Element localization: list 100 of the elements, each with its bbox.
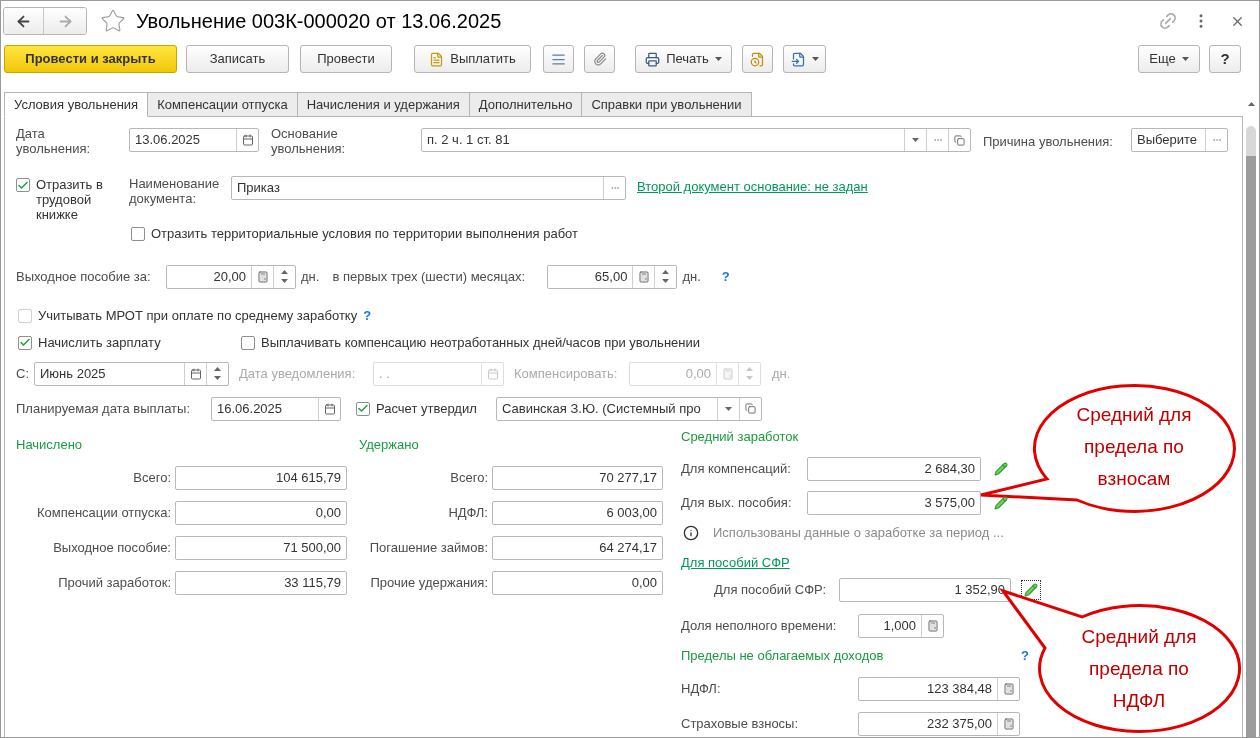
section-heading: Пределы не облагаемых доходов — [681, 647, 885, 666]
field-label: дн. — [682, 267, 701, 286]
checkbox-label: Выплачивать компенсацию неотработанных дней/часов при увольнении — [261, 333, 700, 352]
paperclip-icon — [592, 52, 607, 66]
callout-text: Средний для предела по НДФЛ — [1080, 625, 1198, 713]
input-field[interactable]: 20,00 — [166, 264, 296, 289]
help-link[interactable]: ? — [721, 268, 730, 284]
input-field[interactable]: 0,00 — [175, 500, 347, 525]
input-field[interactable]: 0,00 — [492, 570, 663, 595]
pay-button[interactable]: Выплатить — [414, 45, 531, 73]
spin-arrows-icon — [281, 270, 288, 283]
scrollbar-thumb[interactable] — [1246, 156, 1256, 737]
field-label: Доля неполного времени: — [681, 617, 838, 636]
checkbox[interactable] — [16, 178, 30, 192]
tab[interactable]: Компенсации отпуска — [147, 92, 298, 117]
spin-arrows-icon — [214, 367, 221, 380]
benefits-link[interactable]: Для пособий СФР — [681, 552, 790, 572]
help-link[interactable]: ? — [363, 305, 372, 326]
calendar-icon — [486, 367, 499, 380]
input-field[interactable]: 104 615,79 — [175, 465, 347, 490]
tab[interactable]: Справки при увольнении — [581, 92, 752, 117]
callout-text: Средний для предела по взносам — [1075, 403, 1193, 491]
spin-arrows-icon — [746, 367, 753, 380]
pencil-icon — [994, 461, 1008, 476]
field-label: Дата уведомления: — [239, 364, 357, 383]
field-label: Страховые взносы: — [681, 715, 800, 734]
input-field[interactable]: Приказ — [231, 176, 626, 200]
document-clock-icon — [750, 51, 765, 67]
checkbox[interactable] — [18, 335, 32, 350]
input-field[interactable]: Выберите — [1131, 128, 1228, 152]
input-field[interactable]: 1 352,90 — [839, 578, 1011, 602]
input-field[interactable]: 3 575,00 — [807, 490, 981, 515]
save-button[interactable]: Записать — [186, 45, 289, 73]
tab[interactable]: Начисления и удержания — [296, 92, 470, 117]
list-button[interactable] — [543, 45, 574, 73]
input-field[interactable]: Савинская З.Ю. (Системный про — [496, 396, 762, 421]
field-label: в первых трех (шести) месяцах: — [332, 267, 527, 286]
checkbox-label: Начислить зарплату — [38, 333, 162, 352]
tab[interactable]: Условия увольнения — [4, 92, 149, 117]
input-field[interactable]: 232 375,00 — [858, 712, 1020, 736]
field-label: Выходное пособие: — [52, 538, 172, 557]
checkbox[interactable] — [356, 401, 370, 416]
pencil-icon — [1024, 583, 1038, 597]
input-field[interactable]: 1,000 — [858, 614, 944, 638]
field-label: Компенсировать: — [514, 364, 619, 383]
calendar-icon — [241, 134, 254, 146]
input-field[interactable]: 6 003,00 — [492, 500, 663, 525]
input-field[interactable]: 16.06.2025 — [211, 396, 341, 421]
open-icon — [954, 134, 965, 146]
info-icon — [683, 524, 699, 541]
caret-icon — [1181, 57, 1189, 61]
print-button[interactable]: Печать — [635, 45, 732, 73]
input-field[interactable]: 33 115,79 — [175, 570, 347, 595]
report-button[interactable] — [742, 45, 773, 73]
checkbox-label: Расчет утвердил — [376, 399, 478, 418]
caret-icon — [714, 57, 722, 61]
checkbox-label: Отразить территориальные условия по территории выполнения работ — [151, 225, 578, 243]
checkbox[interactable] — [131, 226, 145, 241]
post-and-close-button[interactable]: Провести и закрыть — [4, 45, 177, 73]
input-field[interactable]: 70 277,17 — [492, 465, 663, 490]
second-document-link[interactable]: Второй документ основание: не задан — [637, 177, 868, 197]
field-label: дн. — [772, 364, 791, 383]
check-icon — [357, 402, 369, 415]
info-text: Использованы данные о заработке за период ... — [713, 523, 1004, 542]
field-label: С: — [16, 364, 30, 383]
field-label: Выходное пособие за: — [16, 267, 152, 286]
window-title: Увольнение 003К-000020 от 13.06.2025 — [136, 9, 502, 34]
field-label: Всего: — [449, 468, 489, 487]
input-field[interactable]: 2 684,30 — [807, 456, 981, 481]
input-field[interactable]: 123 384,48 — [858, 677, 1020, 701]
field-label: НДФЛ: — [681, 680, 722, 699]
checkbox[interactable] — [241, 335, 255, 350]
help-link[interactable]: ? — [1021, 646, 1029, 666]
spin-arrows-icon — [662, 270, 670, 283]
scroll-up-icon[interactable] — [1247, 102, 1255, 106]
tab[interactable]: Дополнительно — [468, 92, 583, 117]
input-field[interactable]: Июнь 2025 — [34, 361, 229, 386]
input-field[interactable]: 71 500,00 — [175, 535, 347, 560]
field-label: дн. — [301, 267, 320, 286]
exchange-button[interactable] — [783, 45, 826, 73]
field-label: Для компенсаций: — [681, 459, 792, 478]
input-field[interactable]: 64 274,17 — [492, 535, 663, 560]
field-label: Причина увольнения: — [983, 133, 1114, 151]
input-field[interactable]: 13.06.2025 — [129, 128, 259, 152]
document-arrow-icon — [790, 51, 806, 67]
post-button[interactable]: Провести — [300, 45, 392, 73]
attach-button[interactable] — [584, 45, 615, 73]
field-label: Дата увольнения: — [16, 126, 92, 156]
back-button[interactable] — [4, 8, 44, 34]
help-button[interactable]: ? — [1209, 45, 1241, 73]
more-button[interactable]: Еще — [1138, 45, 1200, 73]
input-field[interactable]: 65,00 — [547, 264, 678, 289]
field-label: Прочие удержания: — [369, 573, 489, 592]
checkbox[interactable] — [18, 308, 32, 323]
input-field[interactable]: п. 2 ч. 1 ст. 81 — [421, 128, 971, 152]
calculator-icon — [256, 270, 269, 283]
star-icon[interactable] — [100, 8, 126, 34]
section-heading: Удержано — [359, 435, 420, 454]
checkbox-label: Учитывать МРОТ при оплате по среднему заработку — [38, 306, 358, 325]
field-label: НДФЛ: — [447, 503, 489, 522]
